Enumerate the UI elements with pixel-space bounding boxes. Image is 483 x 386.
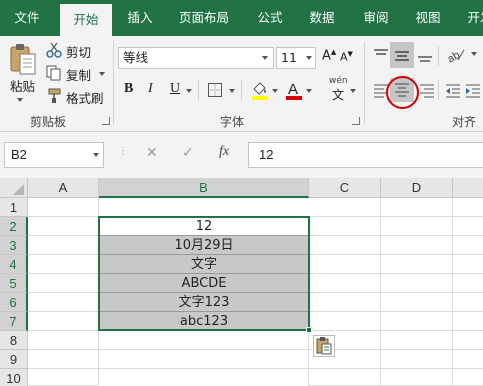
tab-formulas[interactable]: 公式 bbox=[250, 0, 290, 36]
svg-text:A: A bbox=[288, 81, 298, 98]
font-separator bbox=[198, 80, 199, 100]
font-group-label: 字体 bbox=[220, 115, 245, 129]
column-header-a[interactable]: A bbox=[28, 178, 99, 198]
tab-file[interactable]: 文件 bbox=[6, 0, 48, 36]
tab-page-layout[interactable]: 页面布局 bbox=[172, 0, 236, 36]
bottom-align-icon[interactable] bbox=[416, 46, 434, 64]
font-separator bbox=[241, 80, 242, 100]
underline-button[interactable]: U bbox=[170, 81, 180, 97]
column-a-cells[interactable] bbox=[28, 198, 99, 386]
ribbon: 粘贴 剪切 复制 格式刷 剪贴板 等线 11 A▲ A▼ B I U A wén… bbox=[0, 36, 483, 146]
italic-button[interactable]: I bbox=[148, 81, 153, 97]
tab-insert[interactable]: 插入 bbox=[120, 0, 160, 36]
grip-icon: ⋮ bbox=[118, 146, 128, 157]
paste-icon[interactable] bbox=[8, 42, 38, 76]
cell-b4[interactable]: 文字 bbox=[99, 255, 309, 274]
enter-icon[interactable]: ✓ bbox=[182, 144, 194, 161]
clipboard-launcher-icon[interactable] bbox=[102, 117, 110, 125]
cell-b5[interactable]: ABCDE bbox=[99, 274, 309, 293]
align-separator bbox=[438, 46, 439, 66]
fill-color-dropdown-icon[interactable] bbox=[272, 89, 278, 93]
font-color-icon[interactable]: A bbox=[284, 80, 304, 100]
insert-function-button[interactable]: fx bbox=[219, 144, 229, 160]
highlight-circle bbox=[386, 76, 419, 109]
fill-color-icon[interactable] bbox=[250, 80, 270, 100]
cancel-icon[interactable]: ✕ bbox=[146, 144, 158, 161]
select-all-corner[interactable] bbox=[0, 178, 28, 198]
orientation-icon[interactable]: ab bbox=[445, 46, 470, 66]
row-header-1[interactable]: 1 bbox=[0, 198, 28, 217]
cell-b1[interactable] bbox=[99, 198, 309, 217]
cell-b9[interactable] bbox=[99, 350, 309, 369]
column-header-d[interactable]: D bbox=[381, 178, 453, 198]
paste-options-button[interactable] bbox=[313, 335, 335, 357]
increase-indent-icon[interactable] bbox=[464, 82, 482, 100]
cell-b10[interactable] bbox=[99, 369, 309, 386]
font-family-select[interactable]: 等线 bbox=[118, 47, 274, 69]
cell-b7[interactable]: abc123 bbox=[99, 312, 309, 331]
borders-dropdown-icon[interactable] bbox=[229, 89, 235, 93]
column-header-b[interactable]: B bbox=[99, 178, 309, 198]
clipboard-group-label: 剪贴板 bbox=[30, 115, 67, 129]
group-separator bbox=[364, 42, 365, 124]
cell-b8[interactable] bbox=[99, 331, 309, 350]
tab-review[interactable]: 审阅 bbox=[356, 0, 396, 36]
column-header-c[interactable]: C bbox=[309, 178, 381, 198]
orientation-dropdown-icon[interactable] bbox=[471, 52, 477, 56]
column-e-cells[interactable] bbox=[453, 198, 483, 386]
copy-dropdown-icon[interactable] bbox=[99, 72, 105, 76]
font-size-dropdown-icon[interactable] bbox=[306, 56, 312, 60]
row-header-6[interactable]: 6 bbox=[0, 293, 28, 312]
column-header-e[interactable] bbox=[453, 178, 483, 198]
tab-home[interactable]: 开始 bbox=[60, 4, 112, 36]
increase-font-icon[interactable]: A▲ bbox=[322, 48, 336, 63]
format-painter-icon[interactable] bbox=[46, 88, 62, 104]
phonetic-char-icon: 文 bbox=[332, 88, 345, 102]
tab-data[interactable]: 数据 bbox=[302, 0, 342, 36]
middle-align-icon[interactable] bbox=[390, 42, 414, 68]
ribbon-tab-bar: 文件 开始 插入 页面布局 公式 数据 审阅 视图 开发 bbox=[0, 0, 483, 36]
phonetic-guide-button[interactable]: wén bbox=[329, 76, 348, 86]
cell-b3[interactable]: 10月29日 bbox=[99, 236, 309, 255]
formula-bar: B2 ⋮ ✕ ✓ fx 12 bbox=[0, 132, 483, 178]
cell-b2[interactable]: 12 bbox=[99, 217, 309, 236]
row-header-3[interactable]: 3 bbox=[0, 236, 28, 255]
group-separator bbox=[113, 42, 114, 124]
tab-developer[interactable]: 开发 bbox=[460, 0, 483, 36]
top-align-icon[interactable] bbox=[372, 46, 390, 64]
column-d-cells[interactable] bbox=[381, 198, 453, 386]
bold-button[interactable]: B bbox=[124, 81, 133, 97]
formula-input[interactable]: 12 bbox=[248, 142, 483, 168]
row-header-5[interactable]: 5 bbox=[0, 274, 28, 293]
cell-b6[interactable]: 文字123 bbox=[99, 293, 309, 312]
scissors-icon[interactable] bbox=[46, 42, 62, 58]
underline-dropdown-icon[interactable] bbox=[186, 89, 192, 93]
row-header-4[interactable]: 4 bbox=[0, 255, 28, 274]
font-color-dropdown-icon[interactable] bbox=[306, 89, 312, 93]
row-header-8[interactable]: 8 bbox=[0, 331, 28, 350]
decrease-font-icon[interactable]: A▼ bbox=[340, 50, 353, 64]
format-painter-button[interactable]: 格式刷 bbox=[66, 88, 104, 107]
borders-icon[interactable] bbox=[207, 82, 223, 98]
copy-button[interactable]: 复制 bbox=[66, 65, 91, 84]
row-header-7[interactable]: 7 bbox=[0, 312, 28, 331]
row-header-2[interactable]: 2 bbox=[0, 217, 28, 236]
align-separator bbox=[438, 80, 439, 100]
paste-dropdown-icon[interactable] bbox=[17, 98, 23, 102]
name-box-dropdown-icon[interactable] bbox=[93, 153, 99, 157]
paste-button[interactable]: 粘贴 bbox=[10, 76, 35, 95]
name-box[interactable]: B2 bbox=[4, 142, 104, 168]
copy-icon[interactable] bbox=[46, 65, 62, 81]
row-header-9[interactable]: 9 bbox=[0, 350, 28, 369]
tab-view[interactable]: 视图 bbox=[408, 0, 448, 36]
font-launcher-icon[interactable] bbox=[352, 117, 360, 125]
decrease-indent-icon[interactable] bbox=[444, 82, 462, 100]
align-right-icon[interactable] bbox=[418, 82, 436, 100]
cut-button[interactable]: 剪切 bbox=[66, 42, 91, 61]
row-header-10[interactable]: 10 bbox=[0, 369, 28, 386]
font-family-dropdown-icon[interactable] bbox=[262, 56, 268, 60]
fill-handle[interactable] bbox=[306, 327, 312, 333]
phonetic-dropdown-icon[interactable] bbox=[350, 89, 356, 93]
